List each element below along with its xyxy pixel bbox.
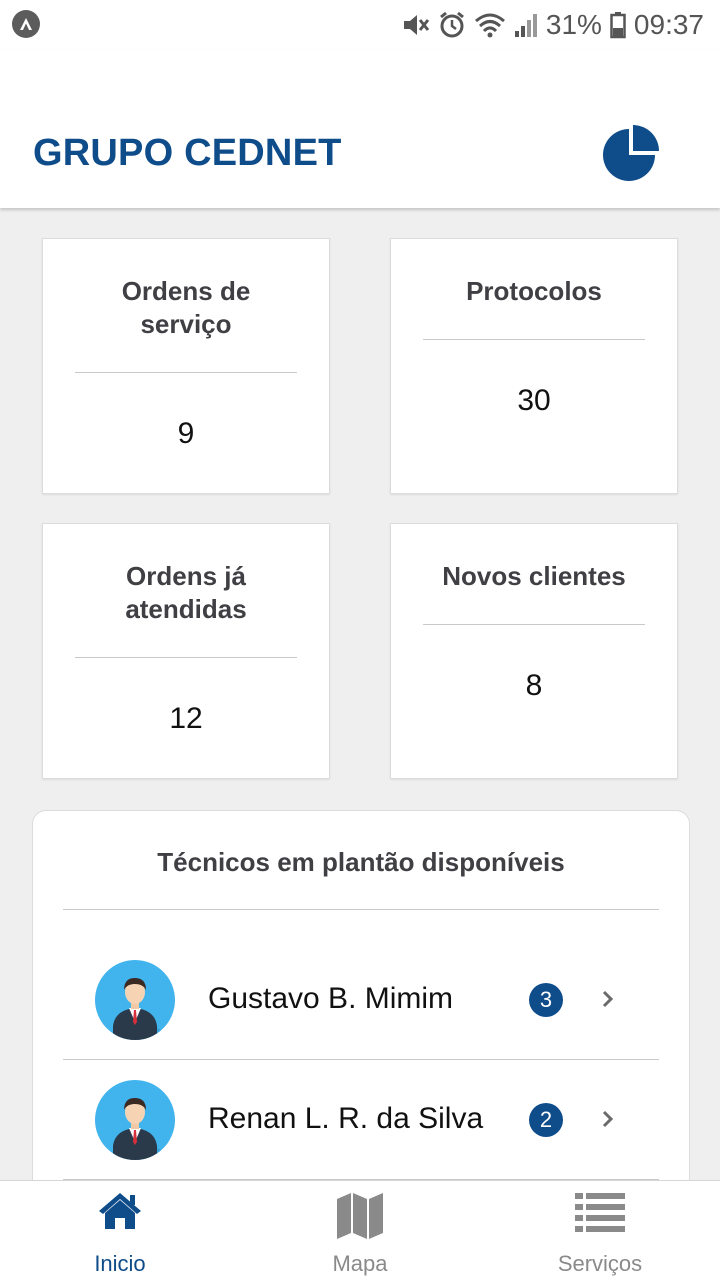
card-title: Protocolos <box>466 276 602 306</box>
card-title: Ordens já atendidas <box>125 561 247 624</box>
card-title: Ordens de serviço <box>121 276 251 339</box>
bottom-navigation: Inicio Mapa Serviços <box>0 1180 720 1280</box>
card-value: 8 <box>525 669 543 702</box>
nav-label: Inicio <box>94 1251 146 1276</box>
home-icon <box>97 1191 143 1236</box>
avatar <box>95 960 175 1040</box>
chevron-right-icon <box>601 988 615 1015</box>
battery-percent: 31% <box>545 9 602 40</box>
technician-row[interactable]: Gustavo B. Mimim 3 <box>63 940 659 1060</box>
pie-chart-icon[interactable] <box>602 124 660 182</box>
technician-name: Renan L. R. da Silva <box>208 1102 484 1135</box>
card-protocolos[interactable]: Protocolos 30 <box>390 238 678 494</box>
divider <box>75 657 297 658</box>
nav-item-servicos[interactable]: Serviços <box>480 1181 720 1280</box>
technician-name: Gustavo B. Mimim <box>208 982 454 1015</box>
status-icons: 31% 09:37 <box>400 8 704 42</box>
card-title: Novos clientes <box>442 561 626 591</box>
nav-item-inicio[interactable]: Inicio <box>0 1181 240 1280</box>
list-icon <box>575 1191 625 1238</box>
battery-icon <box>610 11 626 39</box>
signal-icon <box>514 11 538 39</box>
nav-label: Mapa <box>332 1251 388 1276</box>
card-novos-clientes[interactable]: Novos clientes 8 <box>390 523 678 779</box>
map-icon <box>335 1191 385 1246</box>
card-value: 30 <box>517 384 551 417</box>
app-notification-icon <box>12 10 40 38</box>
mute-icon <box>400 11 430 39</box>
divider <box>63 909 659 910</box>
technicians-panel: Técnicos em plantão disponíveis Gustavo … <box>32 810 690 1230</box>
card-value: 9 <box>177 417 195 450</box>
divider <box>423 624 645 625</box>
alarm-icon <box>438 11 466 39</box>
app-bar: GRUPO CEDNET <box>0 50 720 208</box>
count-badge: 3 <box>529 983 563 1017</box>
wifi-icon <box>474 11 506 39</box>
technician-row[interactable]: Renan L. R. da Silva 2 <box>63 1060 659 1180</box>
clock: 09:37 <box>633 9 704 40</box>
nav-label: Serviços <box>557 1251 643 1276</box>
avatar <box>95 1080 175 1160</box>
nav-item-mapa[interactable]: Mapa <box>240 1181 480 1280</box>
card-ordens-atendidas[interactable]: Ordens já atendidas 12 <box>42 523 330 779</box>
divider <box>423 339 645 340</box>
card-value: 12 <box>169 702 203 735</box>
panel-title: Técnicos em plantão disponíveis <box>157 847 565 877</box>
status-bar: 31% 09:37 <box>0 0 720 50</box>
card-ordens-servico[interactable]: Ordens de serviço 9 <box>42 238 330 494</box>
divider <box>75 372 297 373</box>
count-badge: 2 <box>529 1103 563 1137</box>
chevron-right-icon <box>601 1108 615 1135</box>
app-title: GRUPO CEDNET <box>33 132 342 174</box>
